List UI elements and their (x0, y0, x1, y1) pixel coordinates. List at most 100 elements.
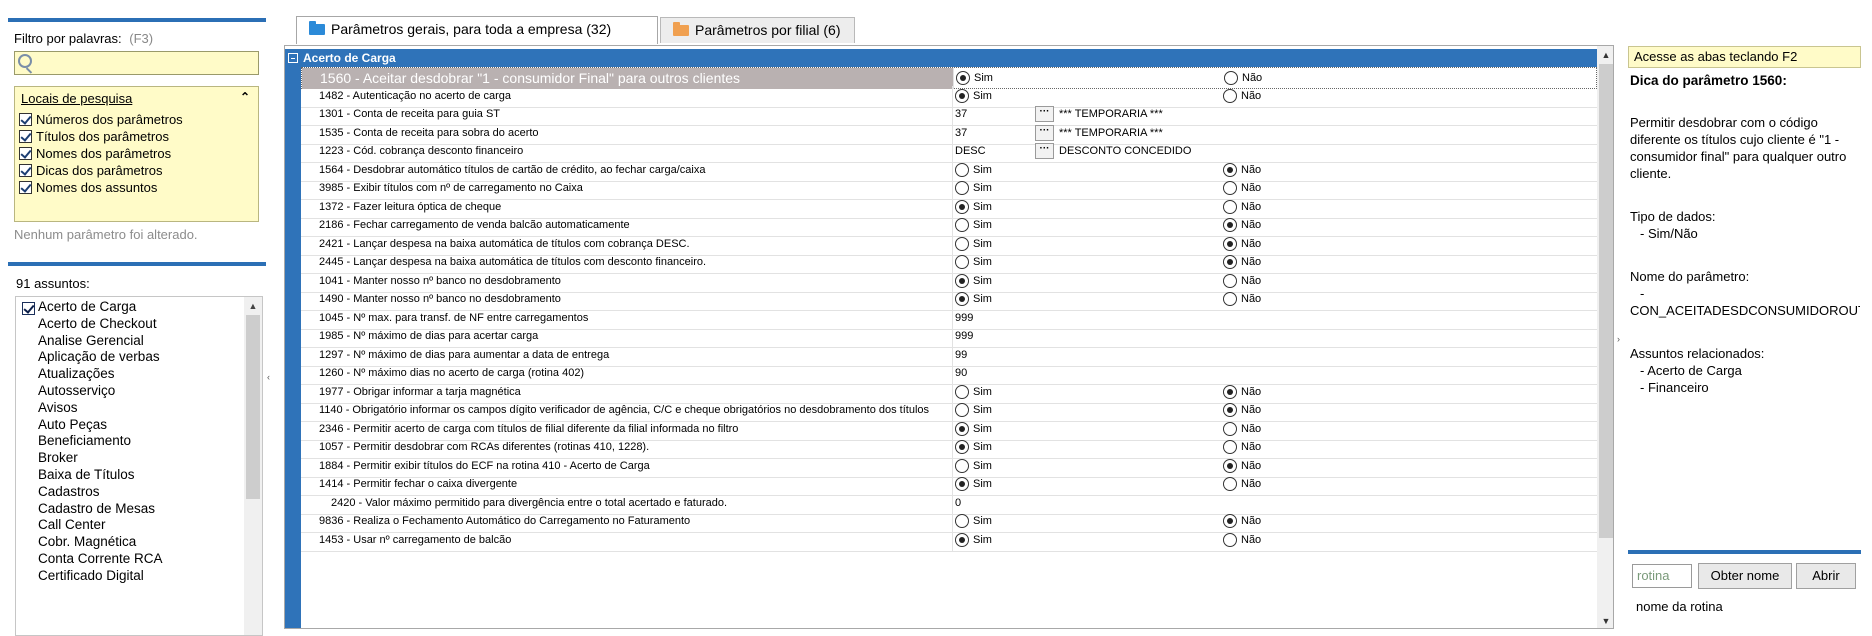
radio-no[interactable] (1223, 458, 1237, 473)
subjects-list[interactable]: Acerto de Carga Acerto de Checkout Analise… (15, 296, 263, 636)
radio-no[interactable] (1223, 88, 1237, 103)
search-location-label: Nomes dos assuntos (36, 179, 158, 195)
search-icon (18, 54, 32, 68)
chevron-right-icon: › (1617, 334, 1620, 344)
scroll-up-icon[interactable]: ▲ (244, 297, 262, 315)
related-subjects-label: Assuntos relacionados: (1630, 346, 1765, 361)
radio-yes[interactable] (955, 440, 969, 454)
help-description: Permitir desdobrar com o código diferent… (1630, 115, 1847, 181)
right-splitter[interactable]: › (1617, 254, 1625, 424)
radio-no[interactable] (1223, 514, 1237, 528)
scroll-down-icon[interactable]: ▼ (1597, 612, 1613, 628)
param-value-cell[interactable]: Sim Não (953, 530, 1597, 551)
search-locations-title: Locais de pesquisa (21, 91, 132, 106)
scroll-thumb[interactable] (246, 315, 260, 499)
radio-yes[interactable] (955, 273, 969, 288)
radio-yes[interactable] (955, 458, 969, 473)
group-header[interactable]: Acerto de Carga (285, 49, 1597, 67)
search-location-option[interactable]: Títulos dos parâmetros (19, 127, 169, 145)
radio-yes[interactable] (955, 292, 969, 306)
left-splitter[interactable]: ‹ (266, 340, 274, 420)
radio-yes[interactable] (955, 403, 969, 417)
radio-yes[interactable] (955, 181, 969, 195)
subjects-panel: 91 assuntos: Acerto de Carga Acerto de Ch… (8, 262, 266, 636)
scroll-up-icon[interactable]: ▲ (1597, 46, 1613, 64)
radio-yes[interactable] (955, 162, 969, 177)
tab-general-params-count: (32) (586, 21, 612, 37)
tab-general-params[interactable]: Parâmetros gerais, para toda a empresa (… (296, 16, 658, 44)
routine-name-label: nome da rotina (1636, 599, 1723, 614)
search-location-option[interactable]: Nomes dos parâmetros (19, 144, 171, 162)
grid-scrollbar[interactable]: ▲ ▼ (1597, 46, 1613, 628)
radio-no[interactable] (1223, 477, 1237, 491)
open-button[interactable]: Abrir (1796, 563, 1856, 589)
collapse-minus-icon[interactable] (288, 53, 298, 63)
scroll-thumb[interactable] (1599, 64, 1613, 538)
tab-branch-params-count: (6) (823, 22, 841, 38)
checkbox-icon[interactable] (19, 180, 32, 194)
filter-input[interactable] (14, 51, 259, 75)
radio-no[interactable] (1224, 71, 1238, 85)
lookup-ellipsis-button[interactable]: ··· (1035, 143, 1054, 159)
radio-yes[interactable] (955, 88, 969, 103)
radio-no[interactable] (1223, 421, 1237, 436)
param-name-value: CON_ACEITADESDCONSUMIDOROUTROS (1630, 303, 1860, 318)
radio-no[interactable] (1223, 218, 1237, 232)
subjects-count: 91 assuntos: (16, 276, 90, 291)
param-name-label: Nome do parâmetro: (1630, 269, 1750, 284)
radio-yes[interactable] (955, 255, 969, 269)
search-location-option[interactable]: Números dos parâmetros (19, 110, 183, 128)
radio-no[interactable] (1223, 255, 1237, 269)
radio-no[interactable] (1223, 532, 1237, 547)
radio-no[interactable] (1223, 199, 1237, 214)
get-name-button[interactable]: Obter nome (1698, 563, 1792, 589)
radio-yes[interactable] (955, 384, 969, 399)
help-title: Dica do parâmetro 1560: (1630, 73, 1787, 88)
group-indent-strip (285, 67, 301, 628)
help-tip: Acesse as abas teclando F2 (1628, 46, 1861, 68)
search-location-option[interactable]: Dicas dos parâmetros (19, 161, 162, 179)
lookup-ellipsis-button[interactable]: ··· (1035, 106, 1054, 122)
subject-checkbox[interactable] (22, 302, 35, 315)
radio-yes[interactable] (955, 199, 969, 214)
checkbox-icon[interactable] (19, 146, 32, 160)
checkbox-icon[interactable] (19, 112, 32, 126)
tab-general-params-label: Parâmetros gerais, para toda a empresa (331, 21, 583, 37)
related-subject-item: - Financeiro (1640, 380, 1709, 395)
filter-label-text: Filtro por palavras: (14, 31, 122, 46)
subject-list-item[interactable]: Certificado Digital (38, 566, 144, 586)
radio-no[interactable] (1223, 181, 1237, 195)
param-row[interactable]: 1453 - Usar nº carregamento de balcão Sim… (301, 529, 1597, 552)
radio-no-label: Não (1241, 533, 1262, 546)
help-body: Dica do parâmetro 1560: Permitir desdobr… (1630, 72, 1860, 396)
folder-orange-icon (673, 22, 689, 36)
radio-yes[interactable] (955, 421, 969, 436)
radio-no[interactable] (1223, 440, 1237, 454)
data-type-label: Tipo de dados: (1630, 209, 1716, 224)
tab-branch-params[interactable]: Parâmetros por filial (6) (660, 17, 855, 43)
subjects-scrollbar[interactable]: ▲ (244, 297, 262, 635)
checkbox-icon[interactable] (19, 163, 32, 177)
param-description: 1453 - Usar nº carregamento de balcão (301, 529, 953, 551)
radio-yes[interactable] (955, 514, 969, 528)
search-locations-box: Locais de pesquisa ⌃ Números dos parâmet… (14, 86, 259, 222)
checkbox-icon[interactable] (19, 129, 32, 143)
radio-no[interactable] (1223, 384, 1237, 399)
help-panel: Acesse as abas teclando F2 Dica do parâm… (1628, 46, 1861, 629)
folder-blue-icon (309, 21, 325, 35)
radio-no[interactable] (1223, 292, 1237, 306)
radio-no[interactable] (1223, 273, 1237, 288)
radio-yes[interactable] (955, 532, 969, 547)
radio-yes[interactable] (956, 71, 970, 85)
radio-no[interactable] (1223, 162, 1237, 177)
routine-input[interactable]: rotina (1632, 564, 1692, 588)
radio-no[interactable] (1223, 403, 1237, 417)
search-location-option[interactable]: Nomes dos assuntos (19, 178, 157, 196)
radio-yes[interactable] (955, 218, 969, 232)
radio-no[interactable] (1223, 236, 1237, 251)
search-location-label: Títulos dos parâmetros (36, 128, 169, 144)
lookup-ellipsis-button[interactable]: ··· (1035, 124, 1054, 141)
collapse-chevrons-icon[interactable]: ⌃ (240, 90, 250, 104)
radio-yes[interactable] (955, 236, 969, 251)
radio-yes[interactable] (955, 477, 969, 491)
